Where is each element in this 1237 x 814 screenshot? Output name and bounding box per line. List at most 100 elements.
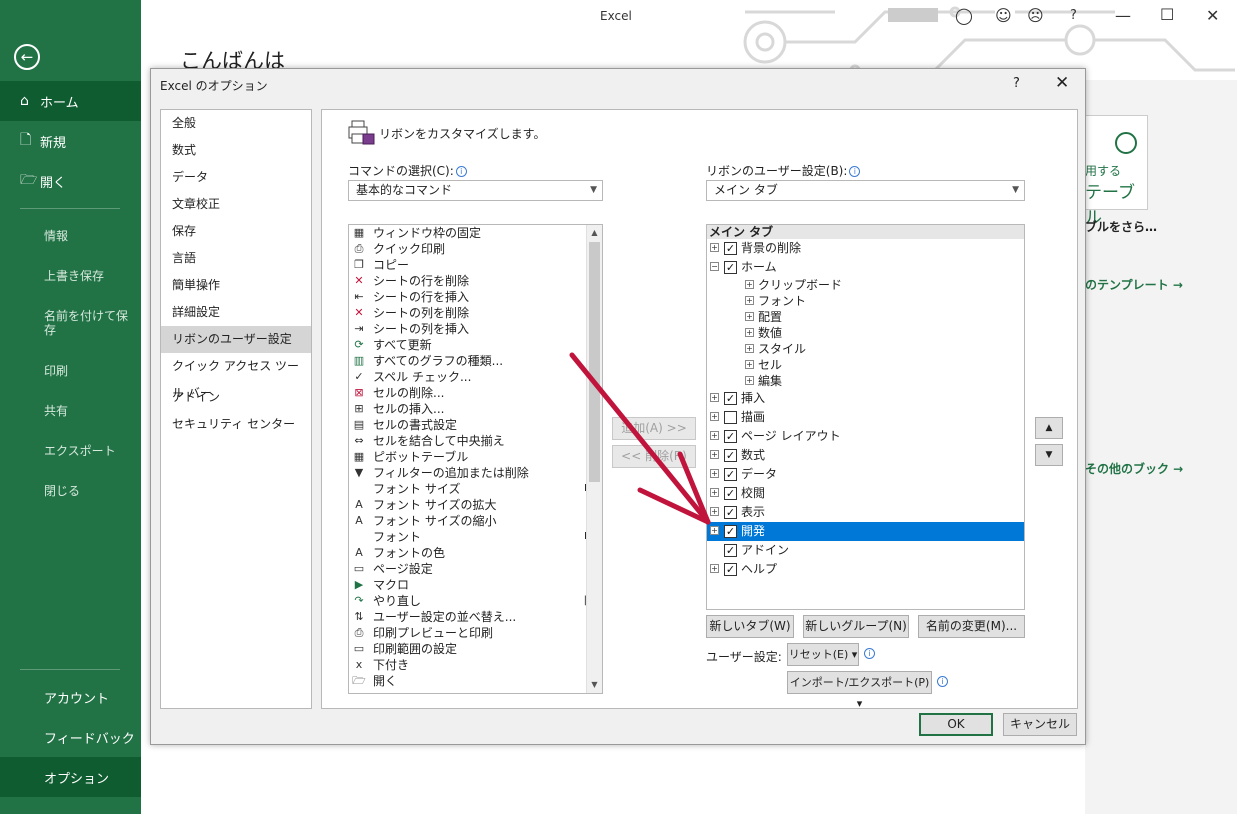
expand-icon[interactable]: + [710,488,719,497]
backstage-subitem[interactable]: 上書き保存 [44,269,134,283]
backstage-bottom-item[interactable]: オプション [0,757,141,797]
command-item[interactable]: ▦ ピボットテーブル [349,449,602,465]
ribbon-tab-item[interactable]: + ✓ 数式 [707,446,1024,465]
command-item[interactable]: フォント サイズI▾ [349,481,602,497]
command-item[interactable]: ⎙ 印刷プレビューと印刷 [349,625,602,641]
ribbon-group-item[interactable]: + 数値 [707,325,1024,341]
checkbox[interactable]: ✓ [724,525,737,538]
more-workbooks-link[interactable]: その他のブック → [1085,460,1183,477]
backstage-item[interactable]: ⌂ ホーム [0,81,141,121]
expand-icon[interactable]: + [745,344,754,353]
expand-icon[interactable]: + [745,376,754,385]
command-item[interactable]: ❐ コピー [349,257,602,273]
checkbox[interactable]: ✓ [724,487,737,500]
checkbox[interactable]: ✓ [724,506,737,519]
cancel-button[interactable]: キャンセル [1003,713,1077,736]
nav-item[interactable]: セキュリティ センター [161,411,311,438]
expand-icon[interactable]: + [710,243,719,252]
more-templates-link[interactable]: のテンプレート → [1085,276,1183,293]
ribbon-tab-item[interactable]: + ✓ 校閲 [707,484,1024,503]
expand-icon[interactable]: + [710,393,719,402]
command-item[interactable]: ⊠ セルの削除... [349,385,602,401]
close-window-icon[interactable]: ✕ [1206,6,1219,25]
expand-icon[interactable]: + [745,328,754,337]
checkbox[interactable]: ✓ [724,261,737,274]
nav-item[interactable]: 簡単操作 [161,272,311,299]
command-item[interactable]: ⎙ クイック印刷 [349,241,602,257]
backstage-bottom-item[interactable]: アカウント [0,677,141,717]
nav-item[interactable]: リボンのユーザー設定 [161,326,311,353]
backstage-subitem[interactable]: 閉じる [44,484,134,498]
scroll-down-icon[interactable]: ▼ [587,677,602,693]
expand-icon[interactable]: + [745,360,754,369]
backstage-item[interactable]: 🗁 開く [0,161,141,201]
collapse-icon[interactable]: − [710,262,719,271]
nav-item[interactable]: データ [161,164,311,191]
command-item[interactable]: ▼ フィルターの追加または削除 [349,465,602,481]
backstage-bottom-item[interactable]: フィードバック [0,717,141,757]
command-item[interactable]: 🗁 開く [349,673,602,689]
ribbon-tab-item[interactable]: + ✓ 表示 [707,503,1024,522]
nav-item[interactable]: 数式 [161,137,311,164]
backstage-subitem[interactable]: 情報 [44,229,134,243]
maximize-icon[interactable]: ☐ [1160,5,1174,24]
ribbon-tab-item[interactable]: ✓ アドイン [707,541,1024,560]
ribbon-tab-item[interactable]: + ✓ 開発 [707,522,1024,541]
command-item[interactable]: ▭ ページ設定 [349,561,602,577]
backstage-subitem[interactable]: 印刷 [44,364,134,378]
checkbox[interactable]: ✓ [724,392,737,405]
rename-button[interactable]: 名前の変更(M)... [918,615,1025,638]
expand-icon[interactable]: + [745,280,754,289]
command-item[interactable]: ▭ 印刷範囲の設定 [349,641,602,657]
command-item[interactable]: ⟳ すべて更新 [349,337,602,353]
new-tab-button[interactable]: 新しいタブ(W) [706,615,794,638]
dialog-close-icon[interactable]: ✕ [1055,73,1069,93]
backstage-subitem[interactable]: 共有 [44,404,134,418]
command-item[interactable]: ▥ すべてのグラフの種類... [349,353,602,369]
ribbon-group-item[interactable]: + 編集 [707,373,1024,389]
command-item[interactable]: ▤ セルの書式設定 [349,417,602,433]
ribbon-combo[interactable]: メイン タブ ▼ [706,180,1025,201]
checkbox[interactable] [724,411,737,424]
frown-icon[interactable]: ☹ [1027,6,1044,25]
nav-item[interactable]: 言語 [161,245,311,272]
expand-icon[interactable]: + [710,431,719,440]
checkbox[interactable]: ✓ [724,544,737,557]
ribbon-tab-item[interactable]: + ✓ 背景の削除 [707,239,1024,258]
command-item[interactable]: Aフォントの色▸ [349,545,602,561]
remove-button[interactable]: << 削除(R) [612,445,696,468]
ribbon-group-item[interactable]: + クリップボード [707,277,1024,293]
minimize-icon[interactable]: — [1115,6,1131,25]
nav-item[interactable]: クイック アクセス ツール バー [161,353,311,400]
command-item[interactable]: ⊞ セルの挿入... [349,401,602,417]
move-up-button[interactable]: ▲ [1035,417,1063,439]
ribbon-tab-item[interactable]: − ✓ ホーム [707,258,1024,277]
reset-button[interactable]: リセット(E) ▾ [787,643,859,666]
command-item[interactable]: ⇔ セルを結合して中央揃え [349,433,602,449]
command-item[interactable]: ↷やり直し|▸ [349,593,602,609]
back-arrow-icon[interactable]: ← [14,44,40,70]
ribbon-group-item[interactable]: + 配置 [707,309,1024,325]
nav-item[interactable]: 保存 [161,218,311,245]
command-item[interactable]: ✕ シートの列を削除 [349,305,602,321]
ribbon-group-item[interactable]: + スタイル [707,341,1024,357]
template-card[interactable]: 用する テーブル [1085,115,1148,228]
dialog-help-icon[interactable]: ? [1013,76,1020,91]
nav-item[interactable]: 詳細設定 [161,299,311,326]
ribbon-tab-item[interactable]: + ✓ 挿入 [707,389,1024,408]
expand-icon[interactable]: + [710,412,719,421]
expand-icon[interactable]: + [710,507,719,516]
ribbon-group-item[interactable]: + セル [707,357,1024,373]
command-item[interactable]: ✕ シートの行を削除 [349,273,602,289]
nav-item[interactable]: 全般 [161,110,311,137]
expand-icon[interactable]: + [745,312,754,321]
ribbon-tab-item[interactable]: + ✓ データ [707,465,1024,484]
command-item[interactable]: ▶ マクロ [349,577,602,593]
commands-combo[interactable]: 基本的なコマンド ▼ [348,180,603,201]
checkbox[interactable]: ✓ [724,430,737,443]
new-group-button[interactable]: 新しいグループ(N) [803,615,909,638]
user-icon[interactable]: ◯ [955,6,973,25]
commands-scrollbar[interactable]: ▲ ▼ [586,225,602,693]
checkbox[interactable]: ✓ [724,242,737,255]
ribbon-tabs-tree[interactable]: メイン タブ + ✓ 背景の削除 − ✓ ホーム + クリップボード + フォント + 配置 + 数値 + ス… [706,224,1025,610]
